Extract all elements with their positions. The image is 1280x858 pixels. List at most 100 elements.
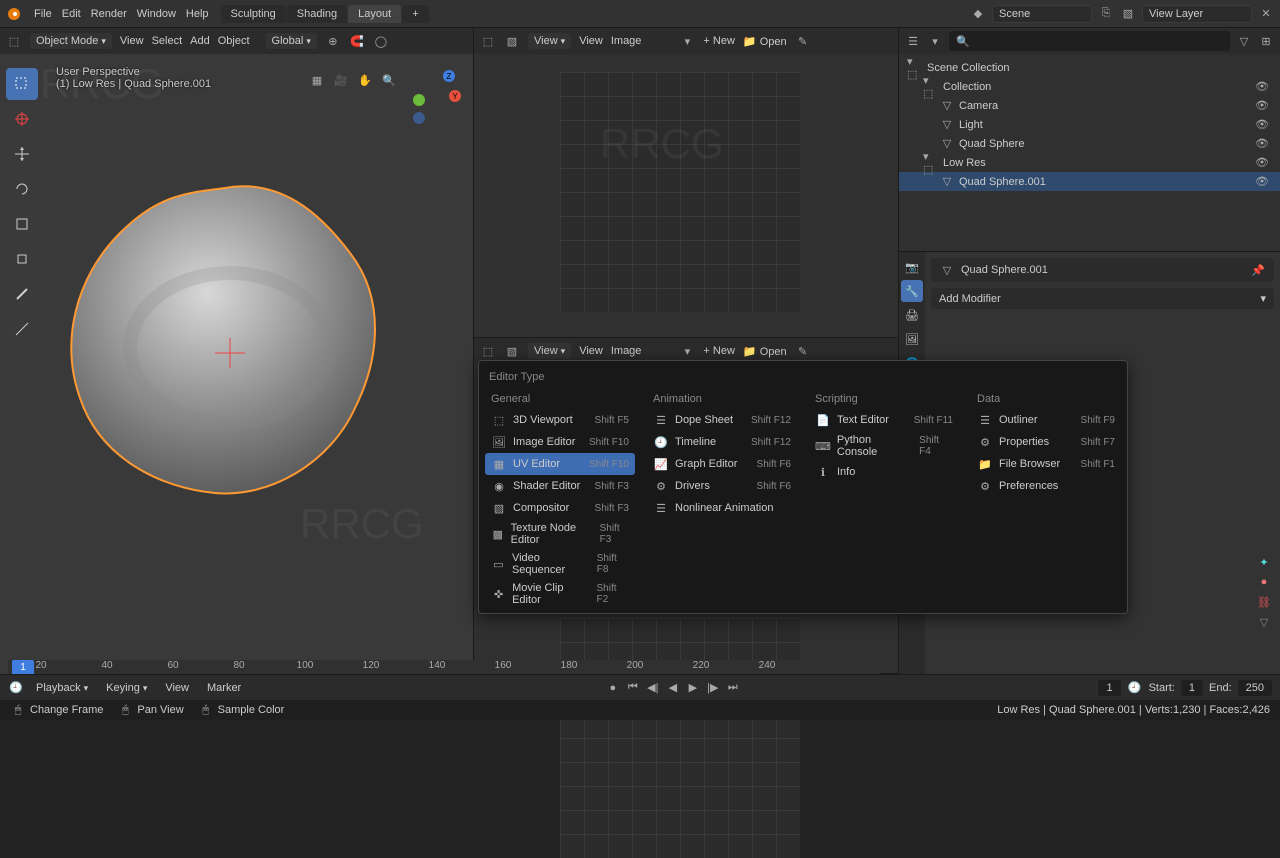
uv-menu-view-2[interactable]: View [579,345,603,357]
end-field[interactable]: 250 [1238,680,1272,696]
ptab-constraints-icon[interactable]: ⛓ [1256,594,1272,610]
outliner-search[interactable]: 🔍 [949,31,1230,51]
next-key-icon[interactable]: |▶ [705,680,721,696]
uv-new-button-2[interactable]: + New [703,345,735,357]
jump-end-icon[interactable]: ⏭ [725,680,741,696]
editor-option-preferences[interactable]: ⚙Preferences [971,475,1121,497]
eye-icon[interactable]: 👁 [1254,79,1270,95]
play-icon[interactable]: ▶ [685,680,701,696]
timeline-marker[interactable]: Marker [201,680,247,696]
clock-icon[interactable]: 🕘 [1127,680,1143,696]
uv-mode-icon-2[interactable]: ▧ [504,343,520,359]
tree-row[interactable]: ▾ ⬚Low Res👁 [899,153,1280,172]
uv-grid[interactable] [560,72,800,312]
tool-measure[interactable] [6,313,38,345]
tab-shading[interactable]: Shading [287,5,347,23]
pin-icon[interactable]: ✎ [795,33,811,49]
grid-icon[interactable]: ▦ [309,72,325,88]
outliner[interactable]: ☰ ▾ 🔍 ▽ ⊞ ▾ ⬚ Scene Collection ▾ ⬚Collec… [899,28,1280,252]
camera-icon[interactable]: 🎥 [333,72,349,88]
axis-y-icon[interactable]: Y [449,90,461,102]
tool-rotate[interactable] [6,173,38,205]
tree-row[interactable]: ▽Quad Sphere👁 [899,134,1280,153]
editor-option-file-browser[interactable]: 📁File BrowserShift F1 [971,453,1121,475]
viewlayer-field[interactable]: View Layer [1142,5,1252,23]
pin-icon-2[interactable]: ✎ [795,343,811,359]
tree-row[interactable]: ▽Camera👁 [899,96,1280,115]
mode-dropdown[interactable]: Object Mode [30,33,112,49]
hand-icon[interactable]: ✋ [357,72,373,88]
zoom-icon[interactable]: 🔍 [381,72,397,88]
vp-menu-view[interactable]: View [120,35,144,47]
menu-window[interactable]: Window [137,8,176,20]
uv-open-button-2[interactable]: 📁 Open [743,345,787,358]
copy-scene-icon[interactable]: ⎘ [1098,6,1114,22]
editor-option-compositor[interactable]: ▧CompositorShift F3 [485,497,635,519]
delete-viewlayer-icon[interactable]: ✕ [1258,6,1274,22]
eye-icon[interactable]: 👁 [1254,136,1270,152]
uv-view-dropdown[interactable]: View [528,33,571,49]
tree-row[interactable]: ▽Quad Sphere.001👁 [899,172,1280,191]
prev-key-icon[interactable]: ◀| [645,680,661,696]
new-collection-icon[interactable]: ⊞ [1258,33,1274,49]
jump-start-icon[interactable]: ⏮ [625,680,641,696]
play-rev-icon[interactable]: ◀ [665,680,681,696]
start-field[interactable]: 1 [1181,680,1203,696]
editor-option-dope-sheet[interactable]: ☰Dope SheetShift F12 [647,409,797,431]
image-dropdown-icon-2[interactable]: ▾ [679,343,695,359]
axis-z-icon[interactable]: Z [443,70,455,82]
tree-row[interactable]: ▽Light👁 [899,115,1280,134]
editor-option-info[interactable]: ℹInfo [809,461,959,483]
autokey-icon[interactable]: ● [605,680,621,696]
filter-icon[interactable]: ▽ [1236,33,1252,49]
outliner-type-icon[interactable]: ☰ [905,33,921,49]
tab-add[interactable]: + [402,5,428,23]
orientation-dropdown[interactable]: Global [266,33,317,49]
editor-option-python-console[interactable]: ⌨Python ConsoleShift F4 [809,431,959,461]
tool-cursor[interactable] [6,103,38,135]
editor-option-graph-editor[interactable]: 📈Graph EditorShift F6 [647,453,797,475]
uv-mode-icon[interactable]: ▧ [504,33,520,49]
editor-option-texture-node-editor[interactable]: ▩Texture Node EditorShift F3 [485,519,635,549]
eye-icon[interactable]: 👁 [1254,155,1270,171]
uv-menu-image-2[interactable]: Image [611,345,642,357]
axis-x-icon[interactable] [413,94,425,106]
editor-option-nonlinear-animation[interactable]: ☰Nonlinear Animation [647,497,797,519]
axis-neg-icon[interactable] [413,112,425,124]
editor-option-timeline[interactable]: 🕘TimelineShift F12 [647,431,797,453]
pivot-icon[interactable]: ⊕ [325,33,341,49]
ptab-physics-icon[interactable]: ● [1256,574,1272,590]
uv-grid-2[interactable] [560,618,800,858]
editor-option-image-editor[interactable]: 🖼Image EditorShift F10 [485,431,635,453]
menu-file[interactable]: File [34,8,52,20]
tool-transform[interactable] [6,243,38,275]
tree-root[interactable]: ▾ ⬚ Scene Collection [899,58,1280,77]
tab-layout[interactable]: Layout [348,5,401,23]
editor-type-popup[interactable]: Editor Type General⬚3D ViewportShift F5🖼… [478,360,1128,614]
eye-icon[interactable]: 👁 [1254,117,1270,133]
tool-move[interactable] [6,138,38,170]
nav-gizmo[interactable]: Z Y [403,68,459,124]
playback-dropdown[interactable]: Playback [30,680,94,696]
editor-option-text-editor[interactable]: 📄Text EditorShift F11 [809,409,959,431]
uv-editor-top[interactable]: ⬚ ▧ View View Image ▾ + New 📁 Open ✎ [474,28,898,338]
eye-icon[interactable]: 👁 [1254,174,1270,190]
uv-open-button[interactable]: 📁 Open [743,35,787,48]
uv-menu-image[interactable]: Image [611,35,642,47]
editor-option-movie-clip-editor[interactable]: ✜Movie Clip EditorShift F2 [485,579,635,609]
tool-annotate[interactable] [6,278,38,310]
uv-editor-type-icon-2[interactable]: ⬚ [480,343,496,359]
display-mode-icon[interactable]: ▾ [927,33,943,49]
pin-props-icon[interactable]: 📌 [1250,262,1266,278]
ptab-data-icon[interactable]: ▽ [1256,614,1272,630]
current-frame-field[interactable]: 1 [1098,680,1120,696]
3d-viewport[interactable]: ⬚ Object Mode View Select Add Object Glo… [0,28,474,674]
menu-help[interactable]: Help [186,8,209,20]
editor-option-3d-viewport[interactable]: ⬚3D ViewportShift F5 [485,409,635,431]
image-dropdown-icon[interactable]: ▾ [679,33,695,49]
uv-menu-view[interactable]: View [579,35,603,47]
ptab-view[interactable]: 🖼 [901,328,923,350]
eye-icon[interactable]: 👁 [1254,98,1270,114]
keying-dropdown[interactable]: Keying [100,680,153,696]
uv-view-dropdown-2[interactable]: View [528,343,571,359]
